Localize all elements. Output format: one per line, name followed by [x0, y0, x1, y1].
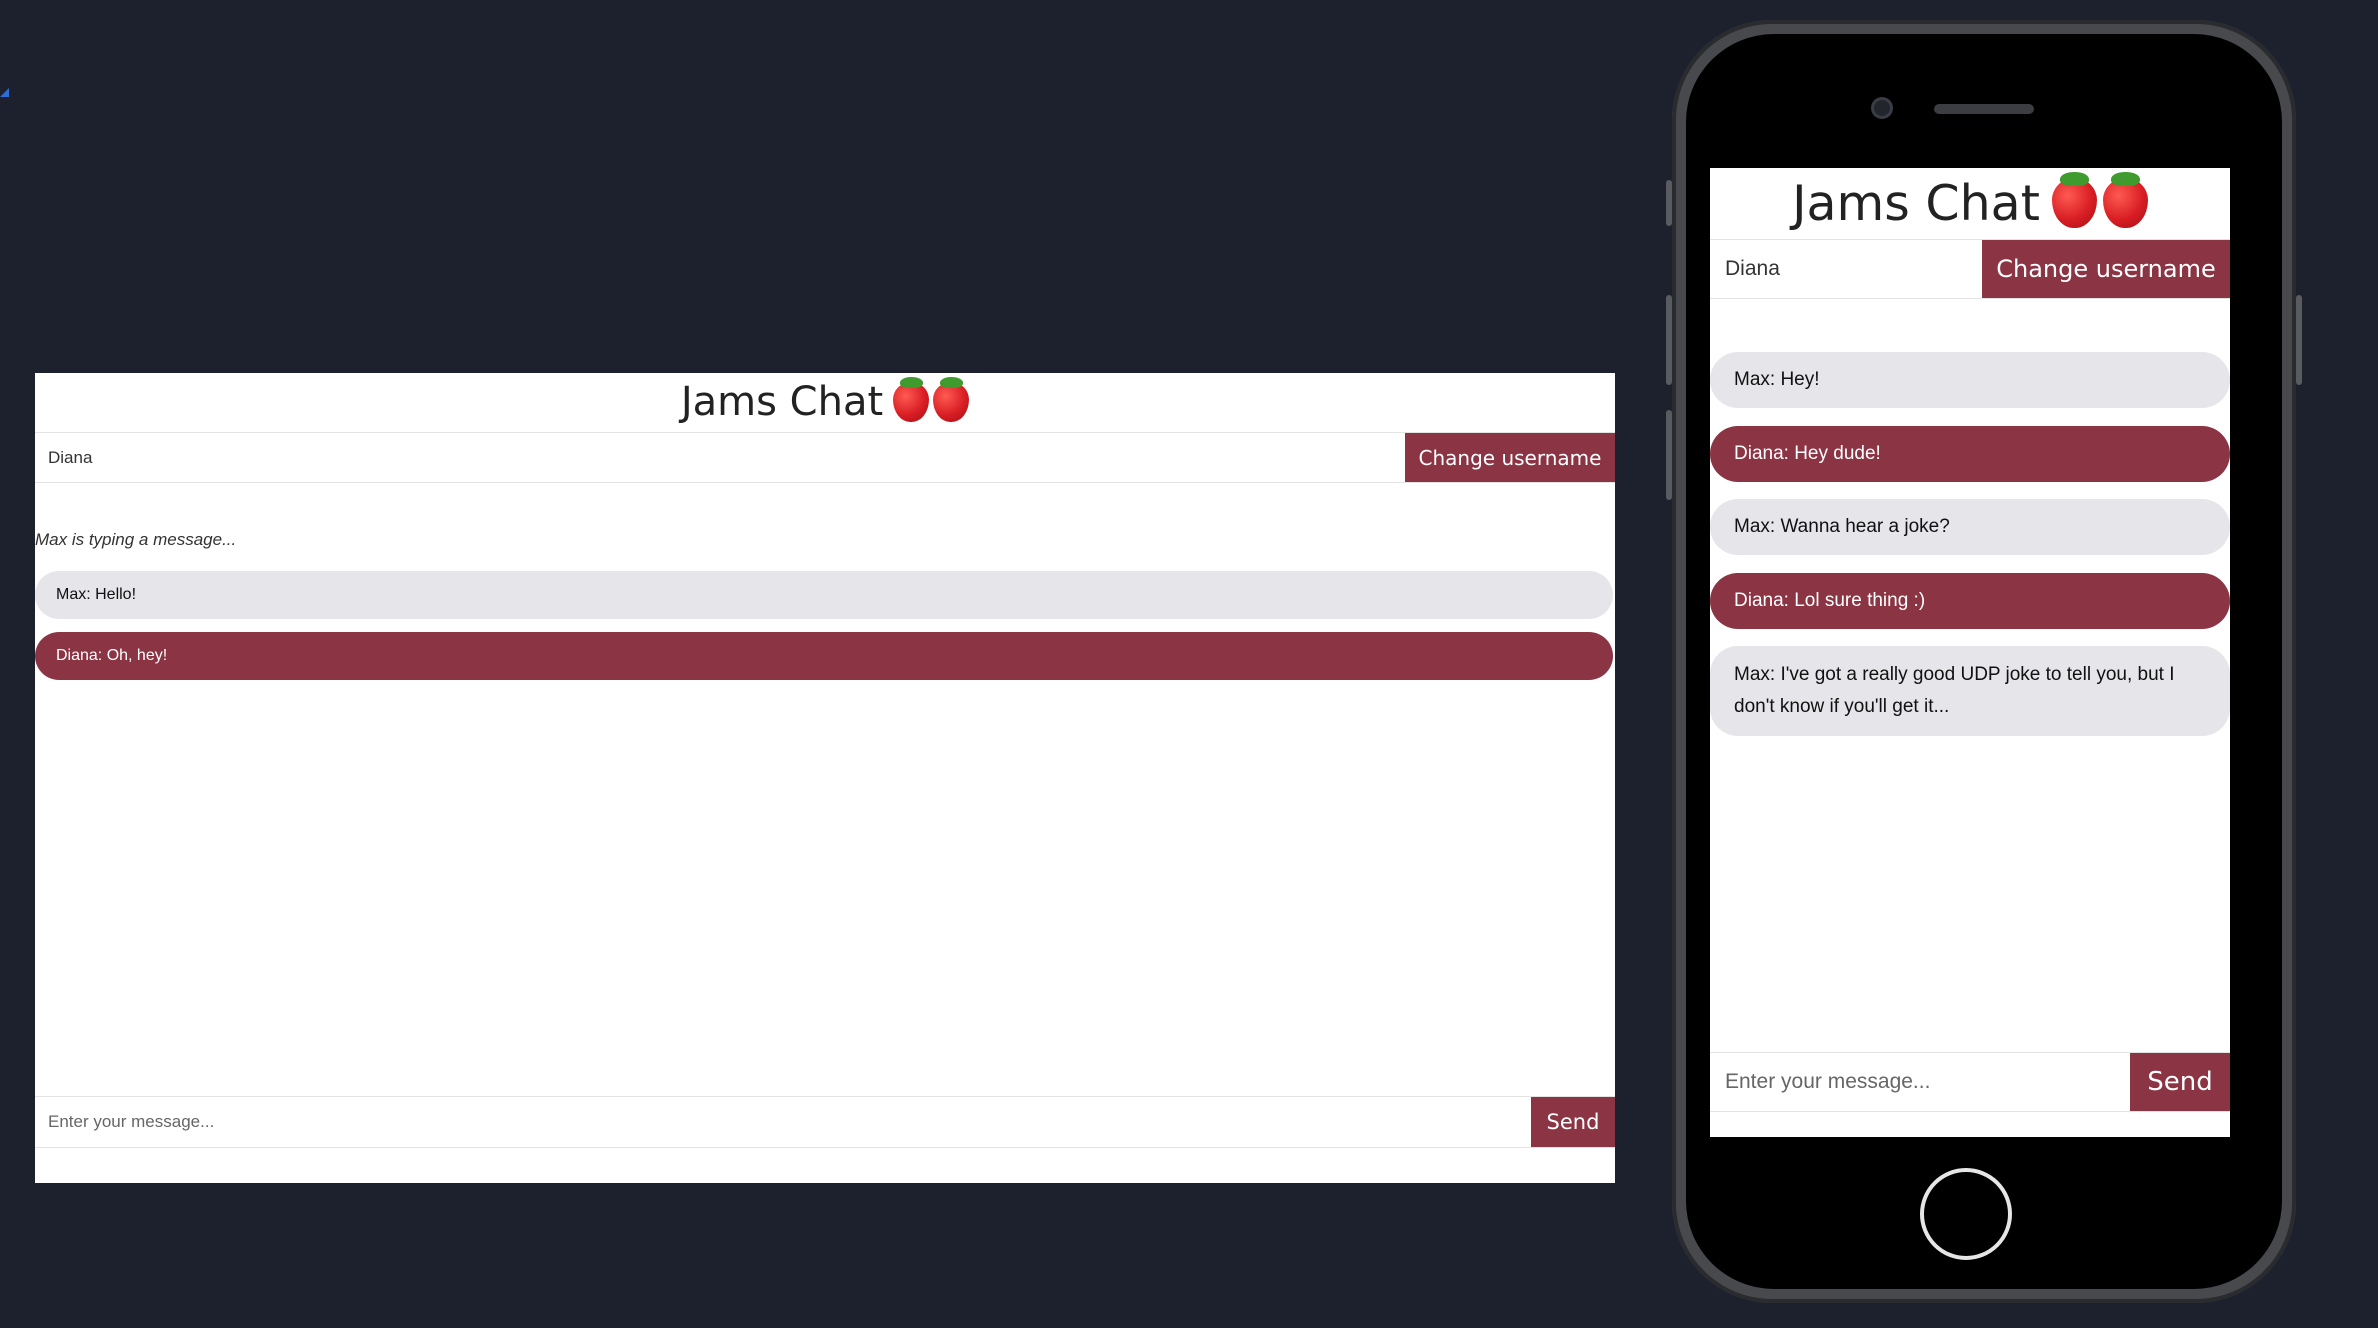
desktop-chat-window: Jams Chat Diana Change username Max is t…: [35, 373, 1615, 1183]
send-button[interactable]: Send: [1531, 1097, 1615, 1147]
send-button[interactable]: Send: [2130, 1053, 2230, 1111]
strawberry-icon: [2102, 172, 2148, 228]
title-icons: [2051, 172, 2148, 228]
username-row: Diana Change username: [1710, 239, 2230, 299]
phone-mute-switch: [1666, 180, 1672, 226]
message-bubble: Diana: Oh, hey!: [35, 632, 1613, 680]
speaker-grille: [1934, 104, 2034, 114]
strawberry-icon: [2051, 172, 2097, 228]
strawberry-icon: [933, 376, 970, 422]
phone-volume-down: [1666, 410, 1672, 500]
message-bubble: Diana: Lol sure thing :): [1710, 573, 2230, 629]
message-bubble: Max: Hello!: [35, 571, 1613, 619]
app-title: Jams Chat: [1710, 168, 2230, 238]
message-bubble: Max: Hey!: [1710, 352, 2230, 408]
app-title: Jams Chat: [35, 373, 1615, 430]
message-compose-row: Enter your message... Send: [1710, 1052, 2230, 1112]
home-button[interactable]: [1920, 1168, 2012, 1260]
change-username-button[interactable]: Change username: [1405, 433, 1615, 482]
corner-marker: [0, 88, 9, 97]
title-icons: [893, 376, 970, 422]
phone-volume-up: [1666, 295, 1672, 385]
mobile-chat-screen: Jams Chat Diana Change username Max: Hey…: [1710, 168, 2230, 1137]
message-bubble: Max: Wanna hear a joke?: [1710, 499, 2230, 555]
typing-indicator: Max is typing a message...: [35, 530, 237, 549]
username-input[interactable]: Diana: [35, 433, 1405, 482]
message-bubble: Diana: Hey dude!: [1710, 426, 2230, 482]
message-input[interactable]: Enter your message...: [35, 1097, 1531, 1147]
strawberry-icon: [893, 376, 930, 422]
camera-icon: [1874, 100, 1890, 116]
message-compose-row: Enter your message... Send: [35, 1096, 1615, 1148]
phone-power-button: [2296, 295, 2302, 385]
phone-mockup: Jams Chat Diana Change username Max: Hey…: [1666, 20, 2302, 1303]
message-bubble: Max: I've got a really good UDP joke to …: [1710, 646, 2230, 736]
message-input[interactable]: Enter your message...: [1710, 1053, 2130, 1111]
app-title-text: Jams Chat: [1792, 174, 2040, 232]
app-title-text: Jams Chat: [680, 378, 884, 425]
username-row: Diana Change username: [35, 432, 1615, 483]
change-username-button[interactable]: Change username: [1982, 240, 2230, 298]
username-input[interactable]: Diana: [1710, 240, 1982, 298]
